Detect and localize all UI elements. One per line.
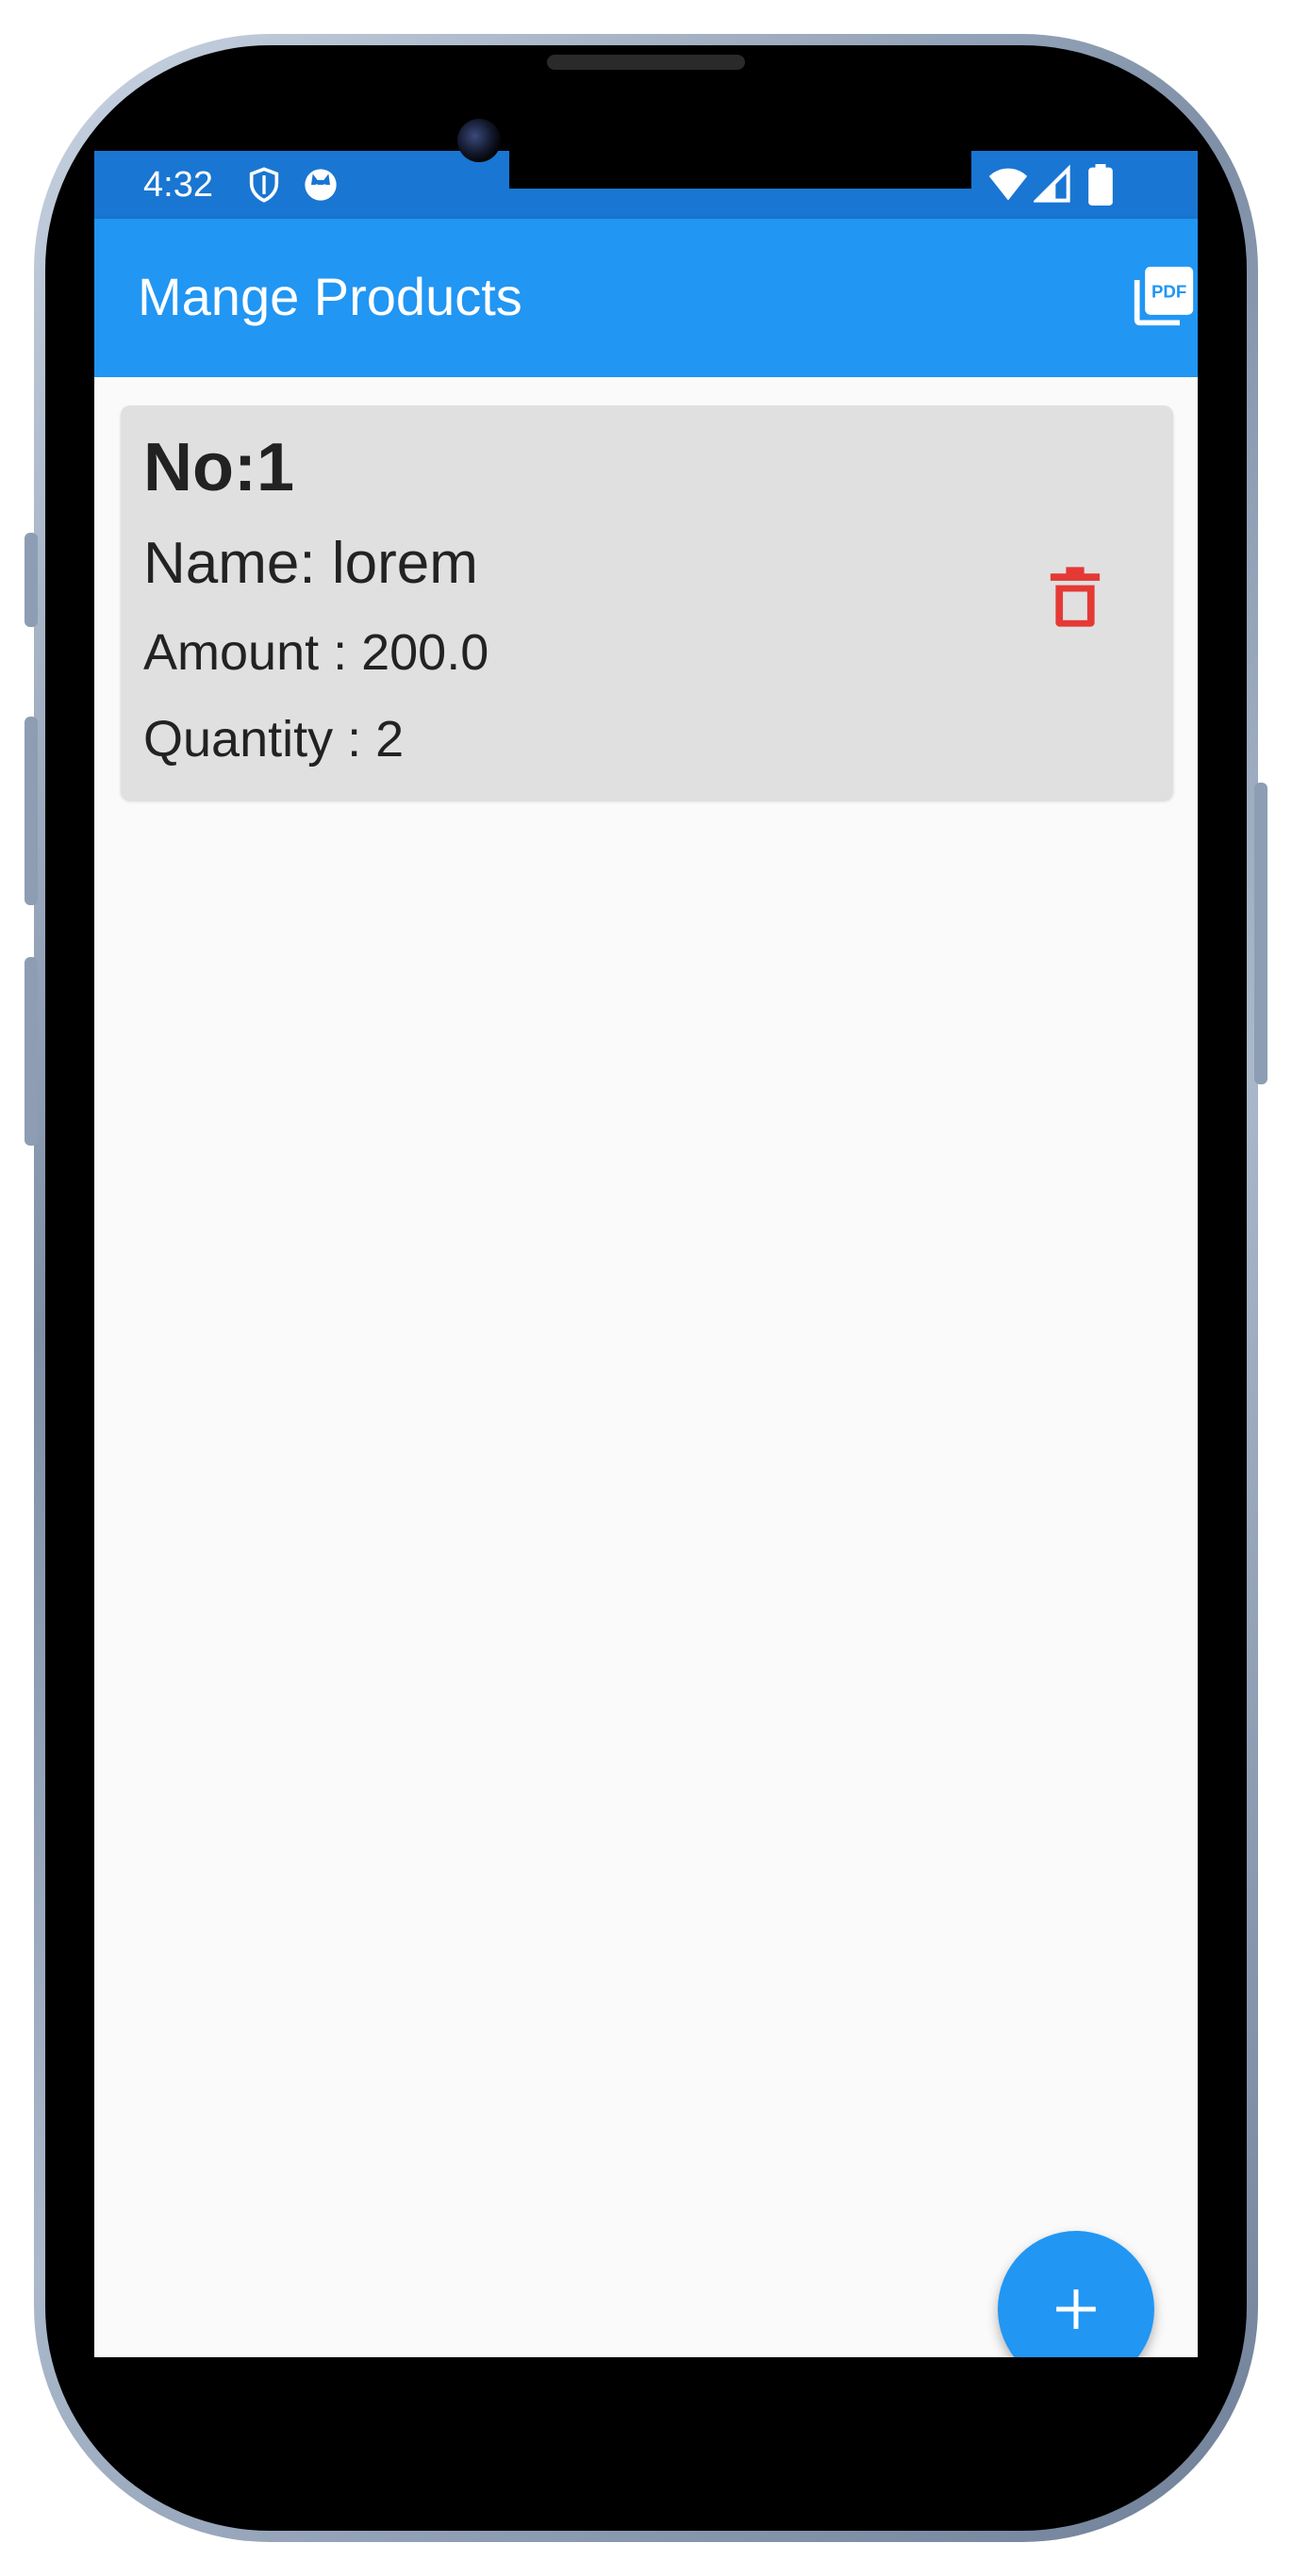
- product-quantity: Quantity : 2: [143, 711, 405, 768]
- picture-as-pdf-icon: PDF: [1134, 266, 1194, 326]
- front-camera: [457, 119, 501, 162]
- battery-icon: [1088, 164, 1113, 206]
- add-product-button[interactable]: [998, 2231, 1154, 2357]
- add-icon: [1056, 2289, 1096, 2329]
- product-card: No:1 Name: lorem Amount : 200.0 Quantity…: [121, 405, 1173, 800]
- page-title: Mange Products: [138, 267, 522, 326]
- delete-outline-icon: [1050, 567, 1101, 627]
- volume-up-button: [25, 717, 38, 905]
- device-screen: 4:32 Mange Products PDF No:1 Name: lorem…: [94, 151, 1198, 2357]
- product-number: No:1: [143, 430, 294, 505]
- wifi-icon: [988, 168, 1028, 201]
- product-name: Name: lorem: [143, 531, 478, 596]
- earpiece-speaker: [547, 55, 745, 70]
- cellular-signal-icon: [1034, 164, 1070, 203]
- silent-switch: [25, 533, 38, 627]
- product-list: No:1 Name: lorem Amount : 200.0 Quantity…: [94, 377, 1198, 2357]
- app-bar: Mange Products PDF: [94, 219, 1198, 377]
- delete-product-button[interactable]: [1049, 566, 1102, 628]
- cat-face-icon: [305, 169, 337, 201]
- power-button: [1254, 783, 1267, 1084]
- shield-icon: [249, 167, 279, 203]
- product-amount: Amount : 200.0: [143, 624, 489, 681]
- status-time: 4:32: [143, 165, 213, 205]
- export-pdf-button[interactable]: PDF: [1132, 264, 1196, 328]
- volume-down-button: [25, 957, 38, 1146]
- svg-text:PDF: PDF: [1151, 282, 1186, 302]
